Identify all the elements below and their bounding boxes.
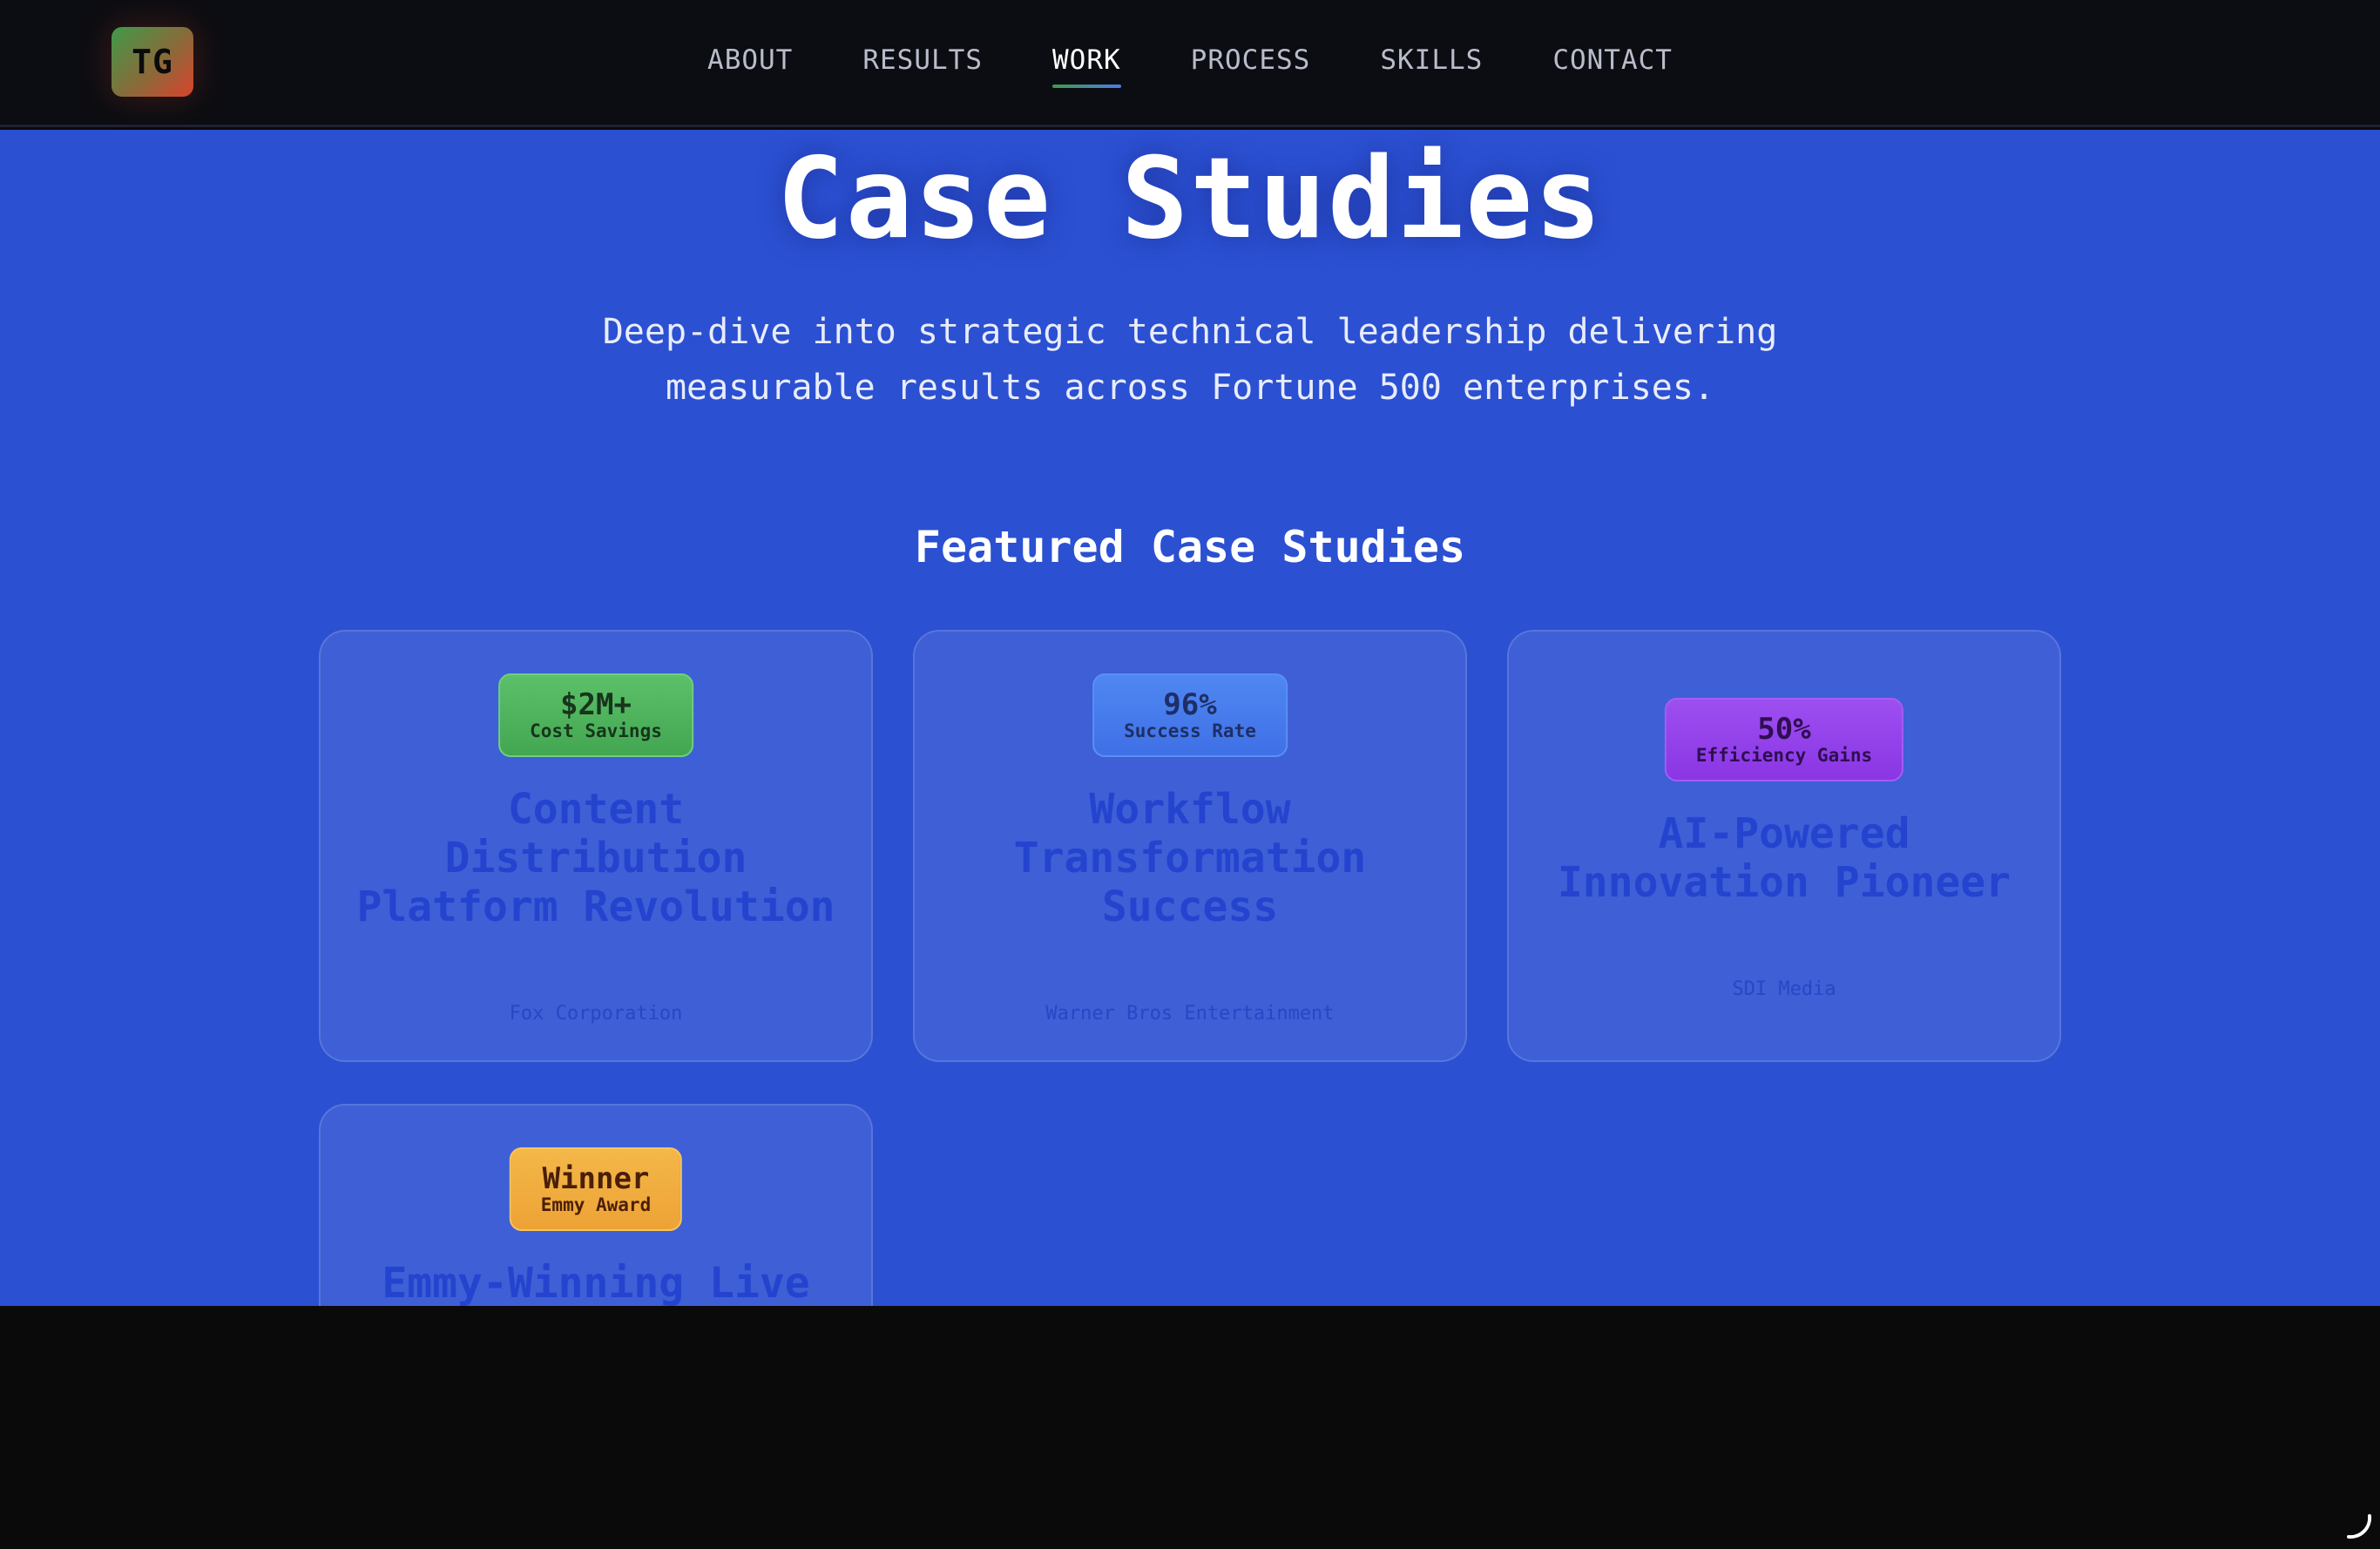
card-title: Workflow Transformation Success (941, 785, 1439, 931)
case-study-card[interactable]: Winner Emmy Award Emmy-Winning Live (319, 1104, 873, 1306)
card-title-line: Success (1101, 883, 1279, 931)
card-title: AI-Powered Innovation Pioneer (1535, 809, 2033, 907)
metric-badge: 50% Efficiency Gains (1664, 698, 1904, 781)
page-title: Case Studies (776, 134, 1604, 264)
card-title-line: Innovation Pioneer (1557, 858, 2012, 907)
nav-contact[interactable]: CONTACT (1552, 44, 1673, 83)
section-heading: Featured Case Studies (914, 522, 1466, 572)
subtitle-line-2: measurable results across Fortune 500 en… (665, 368, 1715, 408)
card-title-line: Transformation (1013, 834, 1367, 883)
card-client: Fox Corporation (509, 1003, 683, 1025)
badge-value: 50% (1757, 712, 1811, 747)
card-title: Content Distribution Platform Revolution (347, 785, 845, 931)
loading-spinner-icon (2347, 1514, 2372, 1539)
badge-value: $2M+ (560, 687, 632, 722)
card-title: Emmy-Winning Live (347, 1259, 845, 1306)
top-nav: TG ABOUT RESULTS WORK PROCESS SKILLS CON… (0, 0, 2380, 127)
nav-skills[interactable]: SKILLS (1380, 44, 1483, 83)
card-title-line: Content (507, 785, 685, 834)
case-study-card[interactable]: 50% Efficiency Gains AI-Powered Innovati… (1507, 630, 2061, 1062)
card-title-line: Emmy-Winning Live (382, 1259, 810, 1306)
badge-label: Efficiency Gains (1695, 745, 1873, 766)
main-content: Case Studies Deep-dive into strategic te… (0, 130, 2380, 1306)
subtitle-line-1: Deep-dive into strategic technical leade… (602, 312, 1778, 352)
nav-links: ABOUT RESULTS WORK PROCESS SKILLS CONTAC… (0, 0, 2380, 127)
badge-label: Emmy Award (540, 1194, 652, 1215)
metric-badge: 96% Success Rate (1092, 673, 1288, 757)
badge-label: Cost Savings (530, 720, 662, 741)
card-title-line: Distribution (444, 834, 747, 883)
case-study-card[interactable]: 96% Success Rate Workflow Transformation… (913, 630, 1467, 1062)
nav-process[interactable]: PROCESS (1191, 44, 1311, 83)
nav-results[interactable]: RESULTS (862, 44, 983, 83)
card-title-line: AI-Powered (1658, 809, 1910, 858)
case-study-card[interactable]: $2M+ Cost Savings Content Distribution P… (319, 630, 873, 1062)
card-client: Warner Bros Entertainment (1045, 1003, 1335, 1025)
page-subtitle: Deep-dive into strategic technical leade… (523, 304, 1857, 416)
badge-label: Success Rate (1124, 720, 1256, 741)
metric-badge: $2M+ Cost Savings (498, 673, 693, 757)
card-title-line: Workflow (1089, 785, 1291, 834)
badge-value: Winner (542, 1161, 650, 1196)
card-client: SDI Media (1732, 978, 1836, 1000)
card-title-line: Platform Revolution (356, 883, 835, 931)
nav-work[interactable]: WORK (1052, 44, 1121, 88)
metric-badge: Winner Emmy Award (509, 1147, 683, 1231)
page: TG ABOUT RESULTS WORK PROCESS SKILLS CON… (0, 0, 2380, 1549)
nav-about[interactable]: ABOUT (707, 44, 793, 83)
badge-value: 96% (1163, 687, 1217, 722)
